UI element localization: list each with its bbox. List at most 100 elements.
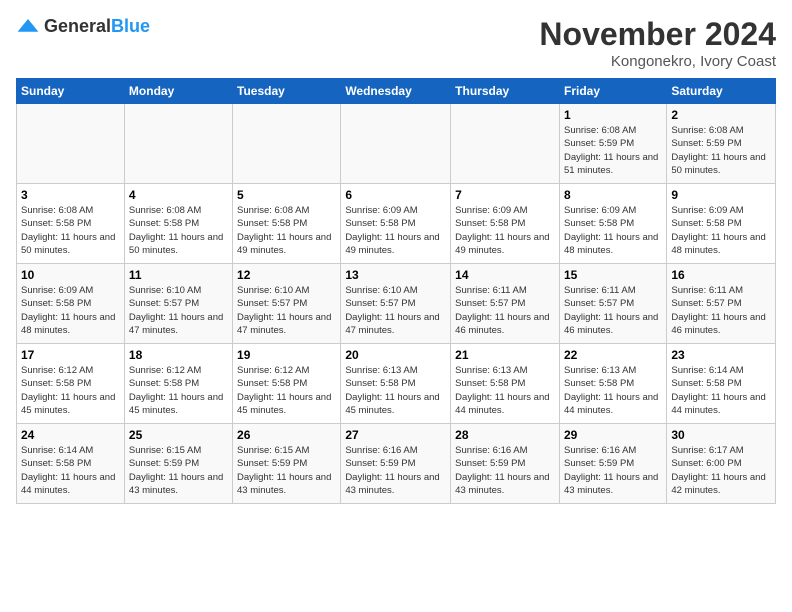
day-cell-2-4: 14 Sunrise: 6:11 AMSunset: 5:57 PMDayligh… [451,264,560,344]
day-number: 25 [129,428,228,442]
day-cell-3-6: 23 Sunrise: 6:14 AMSunset: 5:58 PMDayligh… [667,344,776,424]
week-row-3: 10 Sunrise: 6:09 AMSunset: 5:58 PMDayligh… [17,264,776,344]
header-friday: Friday [559,79,666,104]
month-title: November 2024 [539,16,776,53]
day-info: Sunrise: 6:08 AMSunset: 5:58 PMDaylight:… [237,204,336,257]
day-cell-3-5: 22 Sunrise: 6:13 AMSunset: 5:58 PMDayligh… [559,344,666,424]
logo-blue: Blue [111,16,150,36]
day-number: 11 [129,268,228,282]
day-number: 14 [455,268,555,282]
logo-icon [16,17,40,37]
day-info: Sunrise: 6:14 AMSunset: 5:58 PMDaylight:… [671,364,771,417]
day-info: Sunrise: 6:10 AMSunset: 5:57 PMDaylight:… [129,284,228,337]
calendar-header: Sunday Monday Tuesday Wednesday Thursday… [17,79,776,104]
day-number: 6 [345,188,446,202]
day-info: Sunrise: 6:13 AMSunset: 5:58 PMDaylight:… [564,364,662,417]
day-cell-3-0: 17 Sunrise: 6:12 AMSunset: 5:58 PMDayligh… [17,344,125,424]
day-info: Sunrise: 6:17 AMSunset: 6:00 PMDaylight:… [671,444,771,497]
day-number: 18 [129,348,228,362]
day-cell-1-1: 4 Sunrise: 6:08 AMSunset: 5:58 PMDaylight… [124,184,232,264]
header-tuesday: Tuesday [233,79,341,104]
week-row-1: 1 Sunrise: 6:08 AMSunset: 5:59 PMDaylight… [17,104,776,184]
day-number: 4 [129,188,228,202]
day-info: Sunrise: 6:16 AMSunset: 5:59 PMDaylight:… [455,444,555,497]
day-cell-1-3: 6 Sunrise: 6:09 AMSunset: 5:58 PMDaylight… [341,184,451,264]
day-cell-4-6: 30 Sunrise: 6:17 AMSunset: 6:00 PMDayligh… [667,424,776,504]
day-number: 16 [671,268,771,282]
day-info: Sunrise: 6:08 AMSunset: 5:59 PMDaylight:… [671,124,771,177]
day-number: 2 [671,108,771,122]
day-cell-1-5: 8 Sunrise: 6:09 AMSunset: 5:58 PMDaylight… [559,184,666,264]
day-info: Sunrise: 6:11 AMSunset: 5:57 PMDaylight:… [564,284,662,337]
day-info: Sunrise: 6:12 AMSunset: 5:58 PMDaylight:… [21,364,120,417]
day-number: 27 [345,428,446,442]
day-number: 23 [671,348,771,362]
day-cell-2-6: 16Sunrise: 6:11 AMSunset: 5:57 PMDayligh… [667,264,776,344]
day-cell-4-4: 28 Sunrise: 6:16 AMSunset: 5:59 PMDayligh… [451,424,560,504]
day-number: 30 [671,428,771,442]
day-info: Sunrise: 6:09 AMSunset: 5:58 PMDaylight:… [564,204,662,257]
day-info: Sunrise: 6:12 AMSunset: 5:58 PMDaylight:… [237,364,336,417]
calendar-table: Sunday Monday Tuesday Wednesday Thursday… [16,78,776,504]
header-monday: Monday [124,79,232,104]
header-thursday: Thursday [451,79,560,104]
day-cell-3-3: 20 Sunrise: 6:13 AMSunset: 5:58 PMDayligh… [341,344,451,424]
day-number: 17 [21,348,120,362]
day-number: 8 [564,188,662,202]
week-row-5: 24Sunrise: 6:14 AMSunset: 5:58 PMDayligh… [17,424,776,504]
day-number: 12 [237,268,336,282]
calendar-body: 1 Sunrise: 6:08 AMSunset: 5:59 PMDaylight… [17,104,776,504]
day-number: 20 [345,348,446,362]
day-info: Sunrise: 6:16 AMSunset: 5:59 PMDaylight:… [345,444,446,497]
day-cell-0-1 [124,104,232,184]
day-number: 5 [237,188,336,202]
week-row-2: 3 Sunrise: 6:08 AMSunset: 5:58 PMDaylight… [17,184,776,264]
logo-text: GeneralBlue [44,16,150,37]
day-cell-1-0: 3Sunrise: 6:08 AMSunset: 5:58 PMDaylight… [17,184,125,264]
day-info: Sunrise: 6:10 AMSunset: 5:57 PMDaylight:… [345,284,446,337]
page-header: GeneralBlue November 2024 Kongonekro, Iv… [16,16,776,70]
day-cell-4-5: 29 Sunrise: 6:16 AMSunset: 5:59 PMDayligh… [559,424,666,504]
day-info: Sunrise: 6:09 AMSunset: 5:58 PMDaylight:… [21,284,120,337]
day-cell-2-3: 13 Sunrise: 6:10 AMSunset: 5:57 PMDayligh… [341,264,451,344]
day-number: 21 [455,348,555,362]
day-cell-1-6: 9Sunrise: 6:09 AMSunset: 5:58 PMDaylight… [667,184,776,264]
day-number: 15 [564,268,662,282]
header-wednesday: Wednesday [341,79,451,104]
day-cell-2-1: 11 Sunrise: 6:10 AMSunset: 5:57 PMDayligh… [124,264,232,344]
day-cell-0-6: 2 Sunrise: 6:08 AMSunset: 5:59 PMDaylight… [667,104,776,184]
header-sunday: Sunday [17,79,125,104]
day-cell-0-0 [17,104,125,184]
title-block: November 2024 Kongonekro, Ivory Coast [539,16,776,70]
day-cell-4-0: 24Sunrise: 6:14 AMSunset: 5:58 PMDayligh… [17,424,125,504]
day-info: Sunrise: 6:10 AMSunset: 5:57 PMDaylight:… [237,284,336,337]
day-info: Sunrise: 6:08 AMSunset: 5:59 PMDaylight:… [564,124,662,177]
day-cell-0-3 [341,104,451,184]
day-info: Sunrise: 6:13 AMSunset: 5:58 PMDaylight:… [345,364,446,417]
day-number: 1 [564,108,662,122]
location-title: Kongonekro, Ivory Coast [539,53,776,70]
day-number: 7 [455,188,555,202]
day-number: 3 [21,188,120,202]
day-number: 28 [455,428,555,442]
header-row: Sunday Monday Tuesday Wednesday Thursday… [17,79,776,104]
day-info: Sunrise: 6:09 AMSunset: 5:58 PMDaylight:… [345,204,446,257]
day-info: Sunrise: 6:16 AMSunset: 5:59 PMDaylight:… [564,444,662,497]
day-number: 29 [564,428,662,442]
day-info: Sunrise: 6:11 AMSunset: 5:57 PMDaylight:… [455,284,555,337]
day-cell-3-2: 19Sunrise: 6:12 AMSunset: 5:58 PMDayligh… [233,344,341,424]
day-info: Sunrise: 6:08 AMSunset: 5:58 PMDaylight:… [129,204,228,257]
day-cell-0-5: 1 Sunrise: 6:08 AMSunset: 5:59 PMDaylight… [559,104,666,184]
day-info: Sunrise: 6:15 AMSunset: 5:59 PMDaylight:… [129,444,228,497]
day-info: Sunrise: 6:09 AMSunset: 5:58 PMDaylight:… [671,204,771,257]
day-cell-4-1: 25 Sunrise: 6:15 AMSunset: 5:59 PMDayligh… [124,424,232,504]
day-number: 22 [564,348,662,362]
day-number: 13 [345,268,446,282]
day-cell-0-4 [451,104,560,184]
header-saturday: Saturday [667,79,776,104]
logo-general: General [44,16,111,36]
day-number: 10 [21,268,120,282]
day-cell-3-1: 18Sunrise: 6:12 AMSunset: 5:58 PMDayligh… [124,344,232,424]
day-cell-4-3: 27 Sunrise: 6:16 AMSunset: 5:59 PMDayligh… [341,424,451,504]
week-row-4: 17 Sunrise: 6:12 AMSunset: 5:58 PMDayligh… [17,344,776,424]
